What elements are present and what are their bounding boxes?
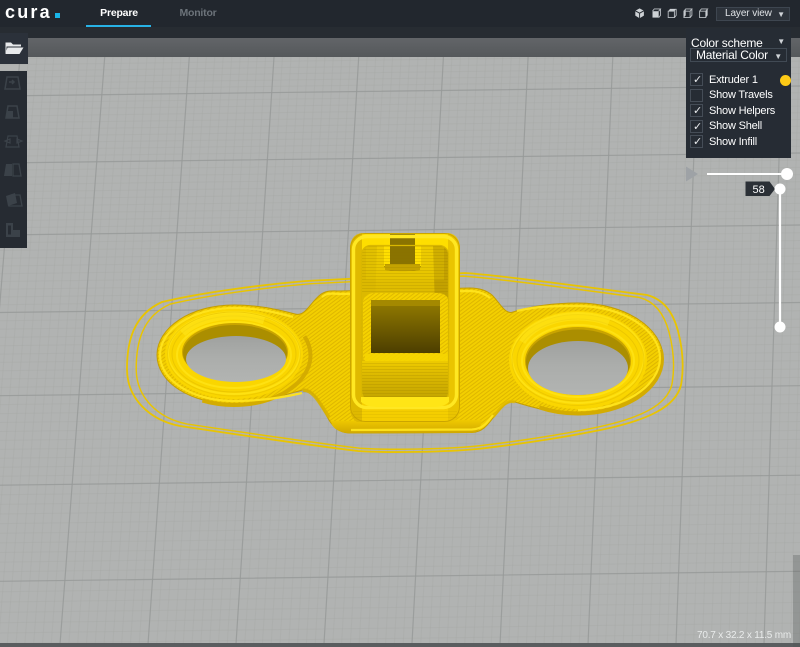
svg-text:58: 58	[753, 184, 765, 196]
